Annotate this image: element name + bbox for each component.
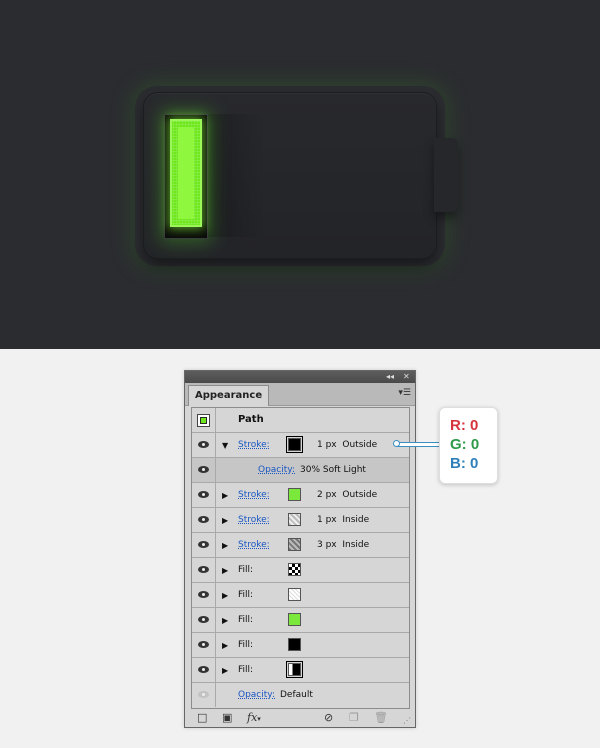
object-opacity-value: Default bbox=[280, 690, 313, 700]
appearance-row-fill[interactable]: ▶ Fill: bbox=[192, 633, 409, 658]
expand-triangle-icon[interactable]: ▶ bbox=[222, 591, 228, 600]
expand-triangle-icon[interactable]: ▶ bbox=[222, 541, 228, 550]
appearance-row-stroke[interactable]: ▶ Stroke: 3 px Inside bbox=[192, 533, 409, 558]
expand-triangle-icon[interactable]: ▶ bbox=[222, 616, 228, 625]
stroke-swatch[interactable] bbox=[288, 538, 301, 551]
appearance-row-stroke[interactable]: ▶ Stroke: 1 px Inside bbox=[192, 508, 409, 533]
fill-swatch[interactable] bbox=[288, 563, 301, 576]
fill-label: Fill: bbox=[238, 640, 254, 650]
fill-label: Fill: bbox=[238, 665, 254, 675]
object-label: Path bbox=[238, 414, 264, 425]
new-fill-icon[interactable]: ▣ bbox=[222, 711, 232, 724]
appearance-panel: ◂◂ ✕ Appearance ▾☰ Path ▼ Stroke: 1 px O… bbox=[184, 370, 416, 728]
appearance-row-stroke[interactable]: ▼ Stroke: 1 px Outside bbox=[192, 433, 409, 458]
stroke-swatch[interactable] bbox=[288, 513, 301, 526]
visibility-eye-icon[interactable] bbox=[198, 641, 209, 648]
expand-triangle-icon[interactable]: ▶ bbox=[222, 641, 228, 650]
fill-swatch[interactable] bbox=[288, 638, 301, 651]
path-thumbnail bbox=[197, 414, 210, 427]
visibility-eye-icon[interactable] bbox=[198, 441, 209, 448]
opacity-value: 30% Soft Light bbox=[300, 465, 366, 475]
delete-icon: 🗑 bbox=[374, 711, 388, 724]
new-stroke-icon[interactable]: □ bbox=[197, 711, 207, 724]
fill-swatch[interactable] bbox=[288, 613, 301, 626]
panel-bottom-toolbar: □ ▣ fx▾ ⊘ ❐ 🗑 ⋰ bbox=[185, 708, 415, 727]
stroke-weight: 2 px Outside bbox=[317, 490, 378, 500]
tab-appearance[interactable]: Appearance bbox=[188, 385, 270, 406]
charge-fill bbox=[170, 119, 202, 227]
expand-triangle-icon[interactable]: ▶ bbox=[222, 491, 228, 500]
fill-label: Fill: bbox=[238, 590, 254, 600]
visibility-eye-icon[interactable] bbox=[198, 666, 209, 673]
fill-label: Fill: bbox=[238, 565, 254, 575]
callout-connector-dot bbox=[393, 440, 400, 447]
appearance-row-fill[interactable]: ▶ Fill: bbox=[192, 658, 409, 683]
object-row[interactable]: Path bbox=[192, 408, 409, 433]
appearance-row-object-opacity[interactable]: Opacity: Default bbox=[192, 683, 409, 708]
color-callout: R: 0 G: 0 B: 0 bbox=[439, 407, 498, 484]
duplicate-icon: ❐ bbox=[349, 711, 359, 724]
object-thumbnail-cell bbox=[192, 408, 216, 432]
visibility-eye-icon[interactable] bbox=[198, 616, 209, 623]
object-opacity-link[interactable]: Opacity: bbox=[238, 689, 275, 701]
rgb-blue-value: B: 0 bbox=[450, 455, 479, 472]
fill-label: Fill: bbox=[238, 615, 254, 625]
collapse-triangle-icon[interactable]: ▼ bbox=[222, 441, 228, 450]
visibility-eye-icon[interactable] bbox=[198, 541, 209, 548]
fill-swatch[interactable] bbox=[288, 588, 301, 601]
expand-triangle-icon[interactable]: ▶ bbox=[222, 516, 228, 525]
visibility-eye-icon[interactable] bbox=[198, 491, 209, 498]
artwork-canvas bbox=[0, 0, 600, 349]
visibility-eye-icon bbox=[198, 691, 209, 698]
appearance-row-stroke[interactable]: ▶ Stroke: 2 px Outside bbox=[192, 483, 409, 508]
stroke-swatch[interactable] bbox=[288, 488, 301, 501]
stroke-weight: 3 px Inside bbox=[317, 540, 370, 550]
stroke-link[interactable]: Stroke: bbox=[238, 514, 270, 526]
expand-triangle-icon[interactable]: ▶ bbox=[222, 666, 228, 675]
battery-charge-bar bbox=[164, 114, 208, 239]
rgb-green-value: G: 0 bbox=[450, 436, 480, 453]
charge-shadow bbox=[206, 114, 266, 237]
fill-swatch[interactable] bbox=[286, 661, 303, 678]
panel-tab-row: Appearance ▾☰ bbox=[185, 383, 415, 406]
stroke-weight: 1 px Inside bbox=[317, 515, 370, 525]
resize-grip-icon[interactable]: ⋰ bbox=[403, 714, 411, 727]
appearance-row-opacity[interactable]: Opacity: 30% Soft Light bbox=[192, 458, 409, 483]
stroke-link[interactable]: Stroke: bbox=[238, 439, 270, 451]
opacity-link[interactable]: Opacity: bbox=[258, 464, 295, 476]
appearance-list: Path ▼ Stroke: 1 px Outside Opacity: 30%… bbox=[191, 407, 410, 709]
visibility-eye-icon[interactable] bbox=[198, 591, 209, 598]
expand-triangle-icon[interactable]: ▶ bbox=[222, 566, 228, 575]
panel-menu-icon[interactable]: ▾☰ bbox=[398, 387, 411, 399]
stroke-weight: 1 px Outside bbox=[317, 440, 378, 450]
clear-icon[interactable]: ⊘ bbox=[324, 711, 333, 724]
callout-connector bbox=[397, 442, 441, 447]
stroke-link[interactable]: Stroke: bbox=[238, 539, 270, 551]
appearance-row-fill[interactable]: ▶ Fill: bbox=[192, 608, 409, 633]
visibility-eye-icon[interactable] bbox=[198, 466, 209, 473]
fx-icon[interactable]: fx▾ bbox=[247, 711, 261, 726]
visibility-eye-icon[interactable] bbox=[198, 516, 209, 523]
stroke-swatch[interactable] bbox=[286, 436, 303, 453]
visibility-eye-icon[interactable] bbox=[198, 566, 209, 573]
stroke-link[interactable]: Stroke: bbox=[238, 489, 270, 501]
appearance-row-fill[interactable]: ▶ Fill: bbox=[192, 583, 409, 608]
rgb-red-value: R: 0 bbox=[450, 417, 479, 434]
battery-tip bbox=[434, 138, 458, 212]
close-icon[interactable]: ✕ bbox=[403, 371, 410, 383]
panel-titlebar: ◂◂ ✕ bbox=[185, 371, 415, 383]
appearance-row-fill[interactable]: ▶ Fill: bbox=[192, 558, 409, 583]
collapse-icon[interactable]: ◂◂ bbox=[386, 371, 394, 383]
